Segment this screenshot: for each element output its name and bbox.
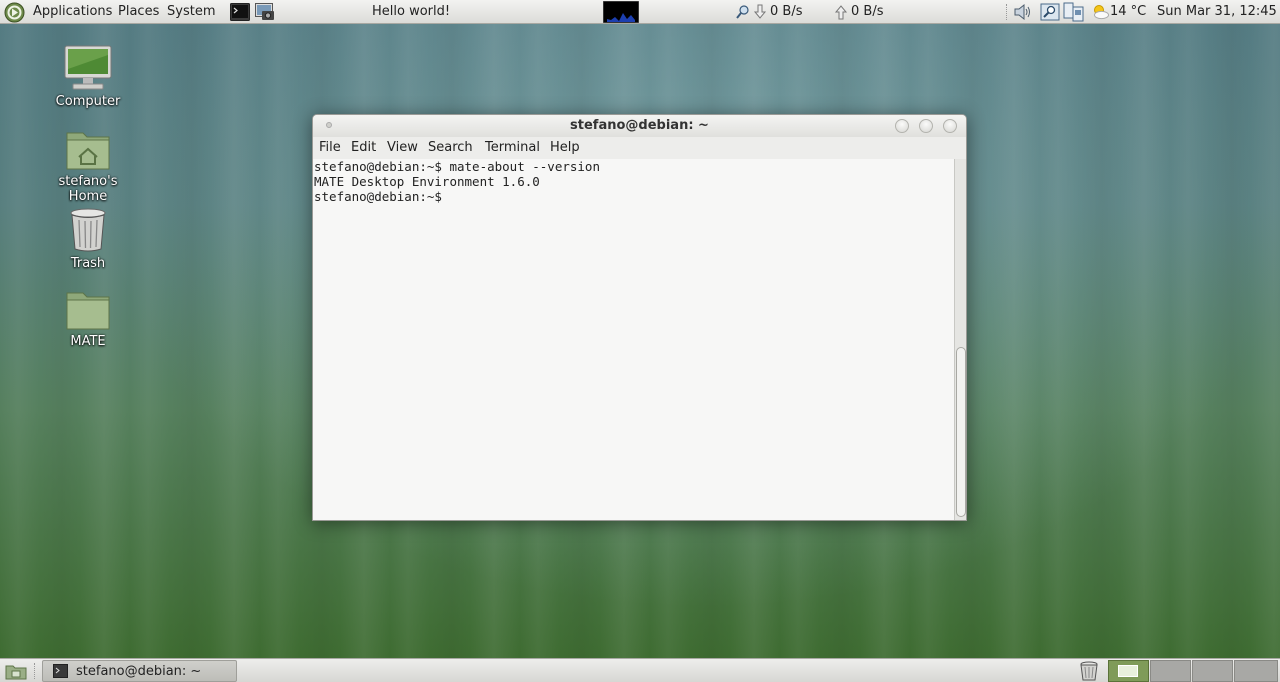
menu-help[interactable]: Help [550,137,580,159]
terminal-area[interactable]: stefano@debian:~$ mate-about --version MA… [313,159,954,520]
weather-temperature[interactable]: 14 °C [1110,0,1146,24]
top-panel: Applications Places System Hello world! … [0,0,1280,24]
volume-icon[interactable] [1013,3,1033,21]
desktop-icon-trash[interactable]: Trash [48,207,128,271]
download-rate: 0 B/s [770,4,803,19]
computer-icon [64,45,112,90]
menu-file[interactable]: File [319,137,341,159]
trash-icon [70,208,106,252]
workspace-3[interactable] [1192,660,1233,682]
upload-arrow-icon [834,5,848,20]
window-title: stefano@debian: ~ [570,118,709,133]
menu-edit[interactable]: Edit [351,137,376,159]
maximize-button[interactable] [919,119,933,133]
hello-world-text: Hello world! [372,4,451,19]
window-titlebar[interactable]: stefano@debian: ~ [313,115,966,137]
terminal-line: MATE Desktop Environment 1.6.0 [314,174,540,189]
workspace-4[interactable] [1234,660,1278,682]
network-search-icon [736,5,749,19]
applications-menu[interactable]: Applications [33,0,112,24]
menu-terminal[interactable]: Terminal [485,137,540,159]
download-arrow-icon [753,4,767,19]
home-folder-icon [66,132,110,170]
desktop-icon-label: Trash [70,256,106,271]
close-button[interactable] [943,119,957,133]
desktop-icon-home[interactable]: stefano's Home [48,127,128,204]
places-menu[interactable]: Places [118,0,159,24]
terminal-window: stefano@debian: ~ File Edit View Search … [312,114,967,521]
terminal-line: stefano@debian:~$ [314,189,442,204]
desktop-icon-label: MATE [70,334,106,349]
screenshot-launcher-icon[interactable] [255,3,275,21]
system-menu[interactable]: System [167,0,215,24]
network-connection-icon[interactable] [1063,2,1085,22]
folder-icon [66,292,110,330]
weather-sun-cloud-icon[interactable] [1091,4,1109,20]
panel-separator [1006,4,1008,20]
system-monitor-graph[interactable] [603,1,639,23]
workspace-window-thumb [1118,665,1138,677]
menu-search[interactable]: Search [428,137,473,159]
desktop-icon-computer[interactable]: Computer [48,45,128,109]
terminal-line: stefano@debian:~$ mate-about --version [314,159,600,174]
terminal-icon [53,664,68,678]
desktop-icon-label: Computer [55,94,121,109]
minimize-button[interactable] [895,119,909,133]
bottom-panel: stefano@debian: ~ [0,658,1280,682]
workspace-1[interactable] [1108,660,1149,682]
search-tool-icon[interactable] [1040,3,1060,21]
desktop-icon-label: stefano's Home [58,174,118,204]
terminal-launcher-icon[interactable] [230,3,250,21]
mate-logo-icon[interactable] [4,2,25,23]
show-desktop-icon[interactable] [5,662,27,680]
upload-rate: 0 B/s [851,4,884,19]
taskbar-item-terminal[interactable]: stefano@debian: ~ [42,660,237,682]
clock[interactable]: Sun Mar 31, 12:45 [1157,0,1277,24]
panel-separator [34,663,36,679]
taskbar-item-label: stefano@debian: ~ [76,664,202,679]
trash-applet-icon[interactable] [1079,661,1099,681]
window-menubar: File Edit View Search Terminal Help [313,137,966,159]
workspace-2[interactable] [1150,660,1191,682]
scrollbar-thumb[interactable] [956,347,966,517]
desktop-icon-mate[interactable]: MATE [48,289,128,349]
menu-view[interactable]: View [387,137,418,159]
terminal-scrollbar[interactable] [954,159,966,520]
